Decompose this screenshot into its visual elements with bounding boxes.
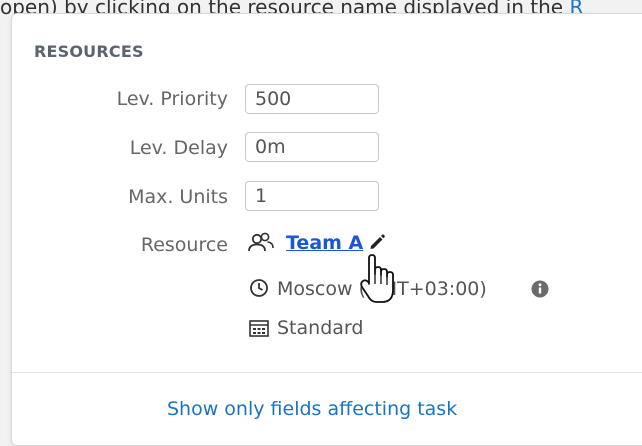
info-icon[interactable] bbox=[531, 280, 549, 298]
calendar-text: Standard bbox=[277, 317, 364, 339]
lev-delay-field[interactable] bbox=[245, 132, 379, 162]
resource-name-link[interactable]: Team A bbox=[286, 232, 363, 254]
pencil-icon[interactable] bbox=[368, 233, 386, 251]
lev-delay-label: Lev. Delay bbox=[129, 137, 228, 159]
resources-panel: RESOURCES Lev. Priority Lev. Delay Max. … bbox=[11, 13, 642, 446]
max-units-label: Max. Units bbox=[128, 186, 228, 208]
clock-icon bbox=[249, 278, 269, 298]
calendar-icon bbox=[249, 320, 269, 338]
show-fields-link[interactable]: Show only fields affecting task bbox=[167, 398, 457, 420]
resource-label: Resource bbox=[140, 234, 228, 256]
section-title: RESOURCES bbox=[34, 42, 144, 61]
lev-priority-field[interactable] bbox=[245, 84, 379, 114]
group-icon bbox=[246, 231, 276, 255]
hand-pointer-icon bbox=[359, 254, 399, 306]
max-units-field[interactable] bbox=[245, 181, 379, 211]
lev-priority-label: Lev. Priority bbox=[116, 88, 228, 110]
divider bbox=[12, 372, 642, 373]
